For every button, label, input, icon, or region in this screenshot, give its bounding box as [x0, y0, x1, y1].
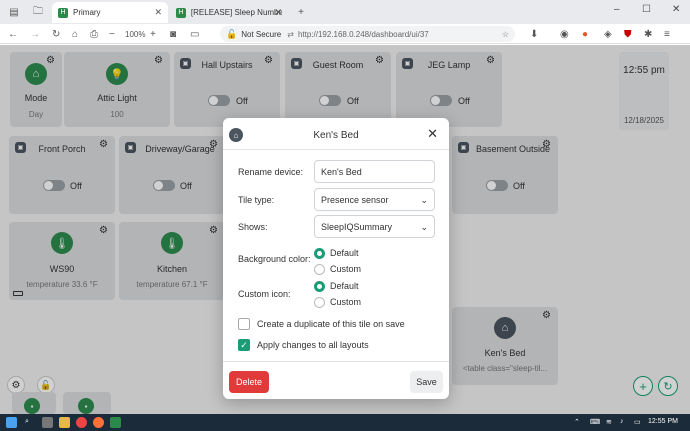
tray-chevron-icon[interactable]: ⌃	[574, 418, 580, 426]
windows-taskbar: ⌕ ⌃ ⌨ ≋ ♪ ▭ 12:55 PM	[0, 414, 690, 431]
close-window-button[interactable]: ✕	[672, 4, 680, 15]
shows-select[interactable]: SleepIQSummary ⌄	[314, 215, 435, 238]
minimize-button[interactable]: –	[614, 4, 620, 15]
shows-value: SleepIQSummary	[321, 221, 393, 232]
apply-all-label: Apply changes to all layouts	[257, 340, 369, 350]
dialog-footer: Delete Save	[223, 361, 449, 399]
tab-groups-icon[interactable]: 🗀	[30, 4, 46, 20]
app-icon[interactable]	[110, 417, 121, 428]
file-explorer-icon[interactable]	[59, 417, 70, 428]
extension-icon[interactable]: ✱	[644, 27, 652, 41]
zoom-out-icon[interactable]: −	[109, 27, 115, 41]
tab-list-icon[interactable]: ▤	[6, 4, 22, 20]
bg-custom-radio[interactable]	[314, 264, 325, 275]
task-view-icon[interactable]	[42, 417, 53, 428]
duplicate-checkbox[interactable]	[238, 318, 250, 330]
maximize-button[interactable]: ☐	[642, 4, 651, 15]
reader-view-icon[interactable]: ▭	[190, 27, 199, 41]
volume-icon[interactable]: ♪	[620, 418, 624, 425]
rename-value: Ken's Bed	[321, 166, 362, 177]
dialog-header: ⌂ Ken's Bed ✕	[223, 118, 449, 150]
duckduckgo-icon[interactable]: ●	[582, 27, 588, 41]
browser-toolbar: ← → ↻ ⌂ ⎙ − 100% + ◙ ▭ 🔓 Not Secure ⇄ ht…	[0, 24, 690, 44]
chrome-icon[interactable]	[76, 417, 87, 428]
rename-label: Rename device:	[238, 167, 304, 177]
battery-icon[interactable]: ▭	[634, 418, 641, 426]
chevron-down-icon: ⌄	[420, 195, 428, 205]
zoom-in-icon[interactable]: +	[150, 27, 156, 41]
network-icon[interactable]: ⌨	[590, 418, 600, 426]
rename-input[interactable]: Ken's Bed	[314, 160, 435, 183]
apply-all-checkbox[interactable]: ✓	[238, 339, 250, 351]
new-tab-button[interactable]: +	[293, 4, 309, 20]
delete-button[interactable]: Delete	[229, 371, 269, 393]
ublock-icon[interactable]: ⛊	[624, 27, 632, 41]
bg-custom-label: Custom	[330, 264, 362, 274]
tile-type-value: Presence sensor	[321, 194, 389, 205]
security-label: Not Secure	[241, 29, 282, 39]
menu-icon[interactable]: ≡	[664, 27, 670, 41]
print-icon[interactable]: ⎙	[90, 27, 98, 41]
windows-start-icon[interactable]	[6, 417, 17, 428]
duplicate-label: Create a duplicate of this tile on save	[257, 319, 405, 329]
bg-default-label: Default	[330, 248, 359, 258]
tile-type-select[interactable]: Presence sensor ⌄	[314, 188, 435, 211]
browser-tab-strip: ▤ 🗀 H Primary ✕ H [RELEASE] Sleep Number…	[0, 0, 690, 24]
close-tab-icon[interactable]: ✕	[154, 7, 162, 18]
pocket-icon[interactable]: ◈	[604, 27, 612, 41]
wifi-icon[interactable]: ≋	[606, 418, 612, 426]
icon-default-radio[interactable]	[314, 281, 325, 292]
search-icon[interactable]: ⌕	[25, 418, 29, 426]
shows-label: Shows:	[238, 222, 268, 232]
hubitat-icon: H	[58, 7, 68, 18]
close-tab-icon[interactable]: ✕	[274, 7, 282, 18]
firefox-icon[interactable]	[93, 417, 104, 428]
bg-default-radio[interactable]	[314, 248, 325, 259]
profile-icon[interactable]: ◉	[560, 27, 569, 41]
reload-icon[interactable]: ↻	[52, 27, 60, 41]
icon-default-label: Default	[330, 281, 359, 291]
address-bar[interactable]: 🔓 Not Secure ⇄ http://192.168.0.248/dash…	[220, 26, 515, 42]
edit-tile-dialog: ⌂ Ken's Bed ✕ Rename device: Ken's Bed T…	[223, 118, 449, 399]
background-color-label: Background color:	[238, 254, 311, 264]
back-icon[interactable]: ←	[8, 27, 18, 41]
hubitat-icon: H	[176, 7, 186, 18]
tile-type-label: Tile type:	[238, 195, 275, 205]
icon-custom-label: Custom	[330, 297, 362, 307]
dialog-title: Ken's Bed	[313, 130, 359, 141]
tab-primary[interactable]: H Primary ✕	[52, 2, 168, 23]
url-text: http://192.168.0.248/dashboard/ui/37	[297, 29, 429, 39]
screenshot-icon[interactable]: ◙	[170, 27, 176, 41]
download-icon[interactable]: ⬇	[530, 27, 538, 41]
bookmark-star-icon[interactable]: ☆	[502, 30, 509, 39]
chevron-down-icon: ⌄	[420, 222, 428, 232]
zoom-level[interactable]: 100%	[125, 27, 145, 41]
lock-icon: 🔓	[226, 28, 238, 39]
taskbar-clock[interactable]: 12:55 PM	[648, 418, 678, 425]
translate-icon[interactable]: ⇄	[287, 30, 294, 39]
icon-custom-radio[interactable]	[314, 297, 325, 308]
forward-icon[interactable]: →	[30, 27, 40, 41]
save-button[interactable]: Save	[410, 371, 443, 393]
tab-release[interactable]: H [RELEASE] Sleep Number Controlle ✕	[170, 2, 288, 23]
custom-icon-label: Custom icon:	[238, 289, 291, 299]
close-icon[interactable]: ✕	[427, 127, 438, 140]
tab-title: Primary	[73, 8, 101, 17]
tab-title: [RELEASE] Sleep Number Controlle	[190, 8, 282, 17]
home-icon[interactable]: ⌂	[72, 27, 78, 41]
